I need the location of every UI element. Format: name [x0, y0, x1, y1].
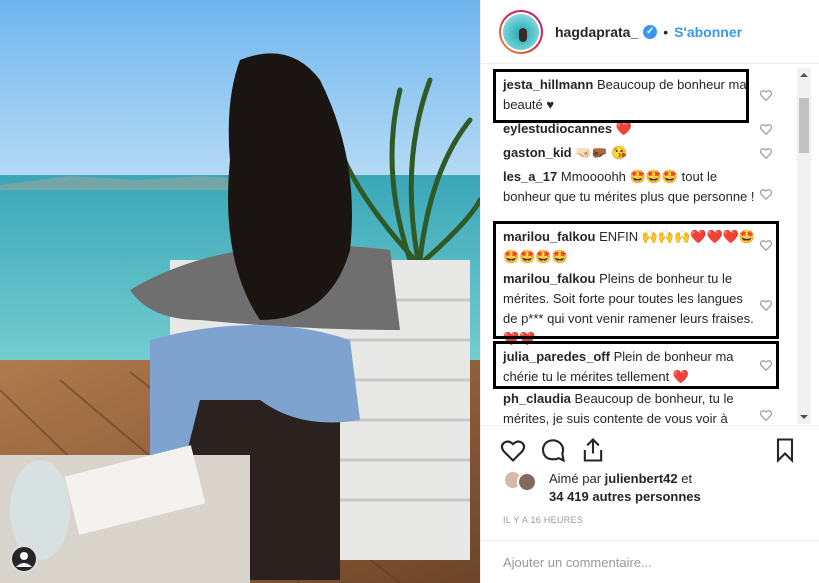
heart-outline-icon[interactable]: [759, 408, 773, 422]
scroll-down-arrow-icon[interactable]: [797, 410, 811, 424]
comment-item: les_a_17 Mmoooohh 🤩🤩🤩 tout le bonheur qu…: [503, 167, 758, 207]
likes-text: Aimé par julienbert42 et 34 419 autres p…: [549, 470, 701, 506]
like-icon[interactable]: [499, 436, 527, 464]
likes-conjunction: et: [681, 471, 693, 486]
author-avatar[interactable]: [499, 9, 543, 54]
liker-username[interactable]: julienbert42: [605, 471, 678, 486]
comment-item: ph_claudia Beaucoup de bonheur, tu le mé…: [503, 389, 758, 425]
comment-author[interactable]: ph_claudia: [503, 391, 571, 406]
post-timestamp[interactable]: IL Y A 16 HEURES: [503, 515, 583, 525]
verified-check-icon: ✓: [643, 24, 658, 39]
scrollbar-thumb[interactable]: [799, 98, 809, 153]
bookmark-icon[interactable]: [771, 436, 799, 464]
comment-text: 🤜🏻🤛🏾 😘: [575, 145, 628, 160]
comment-author[interactable]: gaston_kid: [503, 145, 572, 160]
likes-count[interactable]: 34 419 autres personnes: [549, 489, 701, 504]
photo-scene: [0, 0, 480, 583]
comment-item: gaston_kid 🤜🏻🤛🏾 😘: [503, 143, 758, 163]
author-avatar-image: [501, 11, 541, 52]
highlight-box: [493, 221, 779, 339]
post-photo[interactable]: [0, 0, 480, 583]
liker-avatar[interactable]: [517, 472, 537, 492]
heart-outline-icon[interactable]: [759, 146, 773, 160]
post-sidebar: hagdaprata_ ✓ • S'abonner jesta_hillmann…: [480, 0, 819, 583]
heart-outline-icon[interactable]: [759, 88, 773, 102]
scroll-up-arrow-icon[interactable]: [797, 68, 811, 82]
comment-icon[interactable]: [539, 436, 567, 464]
comment-text: ❤️: [615, 121, 632, 136]
add-comment-bar: [481, 540, 819, 583]
share-icon[interactable]: [579, 436, 607, 464]
author-username[interactable]: hagdaprata_: [555, 24, 638, 40]
tagged-user-icon[interactable]: [10, 545, 38, 573]
heart-outline-icon[interactable]: [759, 122, 773, 136]
post-header: hagdaprata_ ✓ • S'abonner: [481, 0, 819, 64]
highlight-box: [493, 69, 749, 123]
header-separator: •: [663, 23, 669, 40]
instagram-post-view: hagdaprata_ ✓ • S'abonner jesta_hillmann…: [0, 0, 819, 583]
comments-list: jesta_hillmann Beaucoup de bonheur ma be…: [481, 65, 819, 425]
highlight-box: [493, 341, 779, 389]
likes-prefix: Aimé par: [549, 471, 602, 486]
comment-author[interactable]: eylestudiocannes: [503, 121, 612, 136]
add-comment-input[interactable]: [503, 551, 793, 573]
likes-summary: Aimé par julienbert42 et 34 419 autres p…: [503, 470, 803, 508]
comment-author[interactable]: les_a_17: [503, 169, 557, 184]
comments-scrollbar[interactable]: [797, 68, 811, 424]
heart-outline-icon[interactable]: [759, 187, 773, 201]
follow-button[interactable]: S'abonner: [674, 24, 742, 40]
